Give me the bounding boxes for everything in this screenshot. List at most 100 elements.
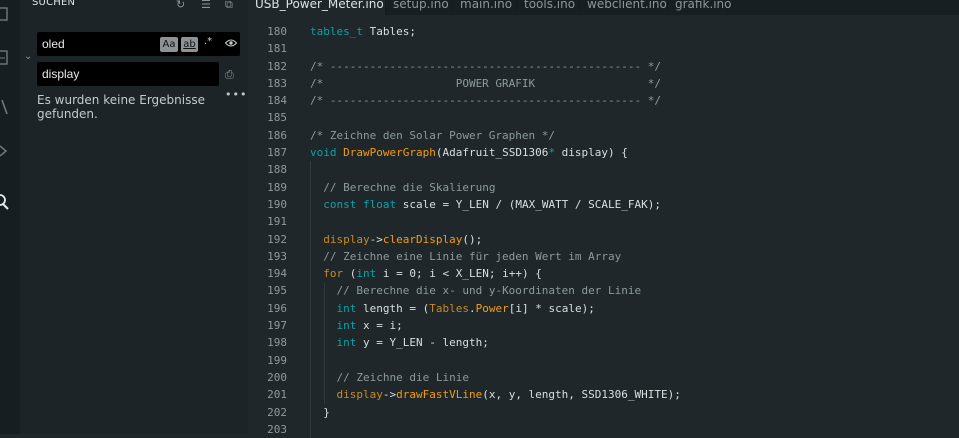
line-number: 181	[267, 42, 287, 56]
replace-input[interactable]	[37, 62, 152, 86]
no-results-message: Es wurden keine Ergebnisse gefunden.	[37, 93, 205, 121]
line-source: int y = Y_LEN - length;	[310, 334, 489, 351]
code-token: clearDisplay	[382, 232, 463, 246]
code-token: // Zeichne die Linie	[336, 370, 469, 384]
files-icon[interactable]	[0, 49, 10, 65]
line-source: // Zeichne die Linie	[310, 369, 469, 386]
code-line: 183 /* POWER GRAFIK */	[248, 75, 959, 92]
line-number: 182	[267, 59, 287, 73]
code-line: 201 display->drawFastVLine(x, y, length,…	[248, 386, 959, 403]
code-line: 202 }	[248, 404, 959, 421]
tab-grafik-ino[interactable]: grafik.ino	[668, 0, 732, 15]
code-token: (Adafruit_SSD1306	[435, 146, 549, 160]
line-number: 187	[267, 146, 287, 160]
code-editor: USB_Power_Meter.ino setup.ino main.ino tool…	[248, 0, 959, 438]
code-line: 187 void DrawPowerGraph(Adafruit_SSD1306*…	[248, 144, 959, 161]
search-field: Aa ab .*	[37, 32, 240, 56]
code-line: 182 /* ----------------------------------…	[248, 58, 959, 75]
chevron-down-icon[interactable]: ⌄	[24, 51, 32, 62]
line-number: 193	[267, 249, 287, 263]
run-icon[interactable]	[0, 143, 10, 159]
search-sidebar: SUCHEN ↻ ☰ ⧉ ⌄ Aa ab .* ⎙ ••• Es wurden …	[20, 0, 248, 434]
code-line: 185	[248, 109, 959, 126]
regex-toggle[interactable]: .*	[204, 36, 212, 47]
search-input[interactable]	[37, 32, 152, 56]
activity-bar	[0, 0, 20, 434]
line-source: }	[310, 404, 330, 421]
line-number: 197	[267, 319, 287, 333]
line-number: 186	[267, 128, 287, 142]
code-token: int	[356, 267, 377, 281]
code-token: display	[323, 232, 370, 246]
tab-usb-power-meter-ino[interactable]: USB_Power_Meter.ino	[248, 0, 386, 15]
tab-setup-ino[interactable]: setup.ino	[386, 0, 453, 15]
line-source: for (int i = 0; i < X_LEN; i++) {	[310, 265, 542, 282]
code-token: for	[323, 267, 344, 281]
replace-all-icon[interactable]: ⎙	[225, 68, 234, 82]
refresh-icon[interactable]: ↻	[176, 0, 185, 11]
line-number: 185	[267, 111, 287, 125]
line-number: 188	[267, 163, 287, 177]
code-token: }	[310, 405, 330, 419]
code-line: 190 const float scale = Y_LEN / (MAX_WAT…	[248, 196, 959, 213]
code-line: 189 // Berechne die Skalierung	[248, 179, 959, 196]
line-number: 195	[267, 284, 287, 298]
code-token: y = Y_LEN - length;	[356, 336, 489, 350]
sidebar-title: SUCHEN	[32, 0, 76, 8]
code-token: display	[336, 388, 383, 402]
line-number: 183	[267, 76, 287, 90]
match-case-toggle[interactable]: Aa	[160, 37, 178, 52]
line-number: 198	[267, 336, 287, 350]
line-number: 201	[267, 388, 287, 402]
code-area[interactable]: 180 tables_t Tables; 181 182 /* ------------…	[248, 23, 959, 438]
eye-icon[interactable]	[225, 38, 237, 48]
line-number: 196	[267, 301, 287, 315]
code-token: // Berechne die Skalierung	[323, 180, 496, 194]
code-token: [i] * scale);	[508, 301, 595, 315]
search-icon[interactable]	[0, 194, 10, 210]
tab-webclient-ino[interactable]: webclient.ino	[580, 0, 668, 15]
collapse-icon[interactable]: ⧉	[225, 0, 233, 12]
code-token: /* -------------------------------------…	[310, 94, 661, 108]
source-control-icon[interactable]	[0, 99, 10, 115]
code-token: x = i;	[356, 319, 403, 333]
code-line: 181	[248, 40, 959, 57]
line-source: const float scale = Y_LEN / (MAX_WATT / …	[310, 196, 661, 213]
line-source: display->clearDisplay();	[310, 231, 482, 248]
code-token: scale = Y_LEN / (MAX_WATT / SCALE_FAK);	[396, 197, 662, 211]
code-line: 193 // Zeichne eine Linie für jeden Wert…	[248, 248, 959, 265]
line-number: 192	[267, 232, 287, 246]
code-token: drawFastVLine	[396, 388, 483, 402]
code-token: int	[336, 336, 357, 350]
code-line: 198 int y = Y_LEN - length;	[248, 334, 959, 351]
whole-word-toggle[interactable]: ab	[181, 37, 198, 52]
code-line: 195 // Berechne die x- und y-Koordinaten…	[248, 282, 959, 299]
line-source: // Berechne die x- und y-Koordinaten der…	[310, 282, 642, 299]
code-token: (	[343, 267, 357, 281]
line-number: 202	[267, 405, 287, 419]
code-token: void	[310, 146, 337, 160]
tab-tools-ino[interactable]: tools.ino	[517, 0, 580, 15]
code-token: ();	[462, 232, 483, 246]
line-source: tables_t Tables;	[310, 23, 416, 40]
line-number: 184	[267, 94, 287, 108]
indent-guide	[310, 161, 311, 438]
code-line: 180 tables_t Tables;	[248, 23, 959, 40]
explorer-icon[interactable]	[0, 7, 10, 23]
line-number: 200	[267, 370, 287, 384]
code-token: // Zeichne eine Linie für jeden Wert im …	[323, 249, 622, 263]
code-token: ->	[382, 388, 397, 402]
code-line: 191	[248, 213, 959, 230]
line-number: 190	[267, 197, 287, 211]
clear-results-icon[interactable]: ☰	[201, 0, 211, 11]
code-token: /* Zeichne den Solar Power Graphen */	[310, 128, 556, 142]
code-token: i = 0; i < X_LEN; i++) {	[376, 267, 542, 281]
tab-main-ino[interactable]: main.ino	[453, 0, 517, 15]
code-token: ->	[369, 232, 383, 246]
code-token: Tables	[429, 301, 469, 315]
